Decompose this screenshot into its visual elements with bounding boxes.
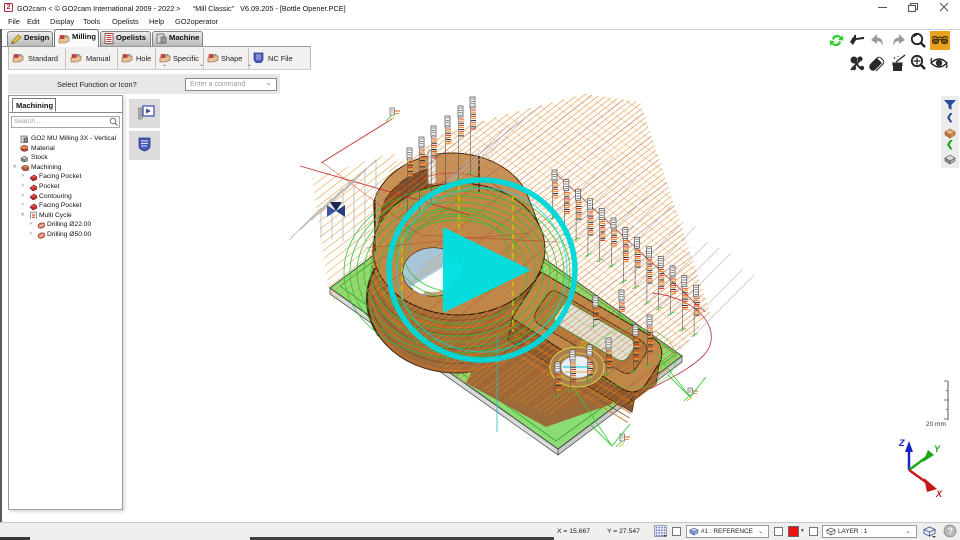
svg-text:Y: Y	[934, 444, 941, 454]
svg-text:?: ?	[948, 526, 954, 536]
svg-text:50: 50	[455, 197, 464, 206]
svg-text:Z: Z	[898, 438, 905, 448]
svg-text:20 mm: 20 mm	[926, 421, 946, 428]
svg-text:X: X	[935, 489, 943, 499]
svg-text:49: 49	[457, 217, 466, 226]
